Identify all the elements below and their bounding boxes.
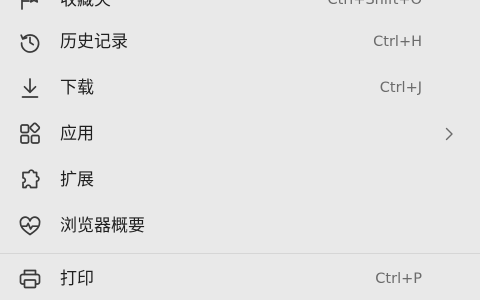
menu-item-favorites[interactable]: 收藏夹 Ctrl+Shift+O [0,0,480,19]
apps-icon [17,121,43,147]
menu-item-label: 扩展 [60,170,94,190]
favorites-icon [17,0,43,13]
browser-essentials-icon [17,213,43,239]
menu-item-label: 打印 [60,269,94,289]
menu-item-downloads[interactable]: 下载 Ctrl+J [0,69,480,107]
shortcut-hint: Ctrl+J [379,80,422,96]
menu-item-label: 下载 [60,78,94,98]
menu-item-apps[interactable]: 应用 [0,115,480,153]
menu-item-history[interactable]: 历史记录 Ctrl+H [0,23,480,61]
shortcut-hint: Ctrl+Shift+O [327,0,422,8]
menu-item-extensions[interactable]: 扩展 [0,161,480,199]
menu-item-label: 应用 [60,124,94,144]
download-icon [17,75,43,101]
menu-item-browser-essentials[interactable]: 浏览器概要 [0,207,480,245]
shortcut-hint: Ctrl+P [375,271,422,287]
extensions-icon [17,167,43,193]
menu-item-label: 历史记录 [60,32,128,52]
menu-item-print[interactable]: 打印 Ctrl+P [0,260,480,298]
menu-divider [0,253,480,254]
browser-settings-menu: 收藏夹 Ctrl+Shift+O 历史记录 Ctrl+H 下载 Ctrl+J 应… [0,0,480,300]
print-icon [17,266,43,292]
menu-item-label: 浏览器概要 [60,216,145,236]
chevron-right-icon [443,126,455,142]
shortcut-hint: Ctrl+H [373,34,422,50]
history-icon [17,29,43,55]
menu-item-label: 收藏夹 [60,0,111,10]
